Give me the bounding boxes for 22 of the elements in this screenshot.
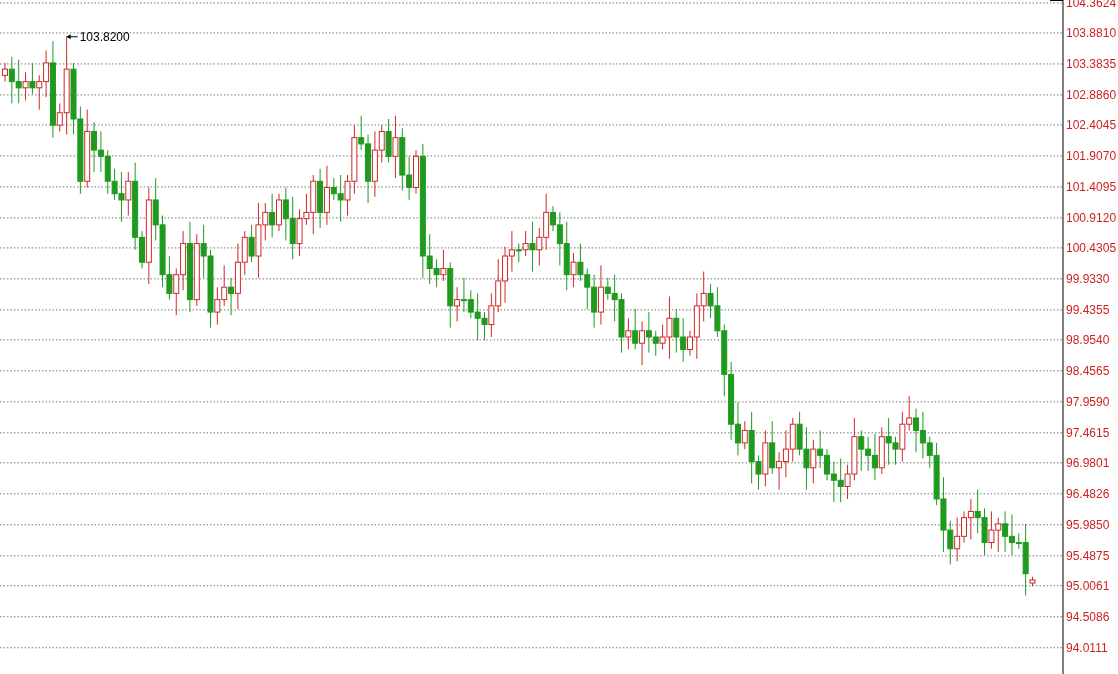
axis-label: 97.4615 bbox=[1066, 425, 1110, 440]
axis-label: 94.5086 bbox=[1066, 609, 1110, 624]
axis-label: 102.4045 bbox=[1066, 117, 1117, 132]
axis-label: 102.8860 bbox=[1066, 87, 1117, 102]
axis-label: 95.9850 bbox=[1066, 517, 1110, 532]
axis-label: 96.4826 bbox=[1066, 486, 1110, 501]
axis-label: 100.4305 bbox=[1066, 240, 1117, 255]
annotation: 103.8200 bbox=[79, 29, 131, 44]
axis-label: 98.9540 bbox=[1066, 332, 1110, 347]
axis-label: 101.9070 bbox=[1066, 148, 1117, 163]
axis-label: 100.9120 bbox=[1066, 210, 1117, 225]
axis-label: 99.9330 bbox=[1066, 271, 1110, 286]
axis-label: 95.4875 bbox=[1066, 548, 1110, 563]
axis-label: 103.3835 bbox=[1066, 56, 1117, 71]
axis-label: 96.9801 bbox=[1066, 455, 1110, 470]
axis-label: 99.4355 bbox=[1066, 302, 1110, 317]
axis-label: 103.8810 bbox=[1066, 25, 1117, 40]
axis-label: 101.4095 bbox=[1066, 179, 1117, 194]
axis-label: 95.0061 bbox=[1066, 578, 1110, 593]
axis-label: 98.4565 bbox=[1066, 363, 1110, 378]
axis-label: 94.0111 bbox=[1066, 640, 1108, 655]
axis-label: 97.9590 bbox=[1066, 394, 1110, 409]
